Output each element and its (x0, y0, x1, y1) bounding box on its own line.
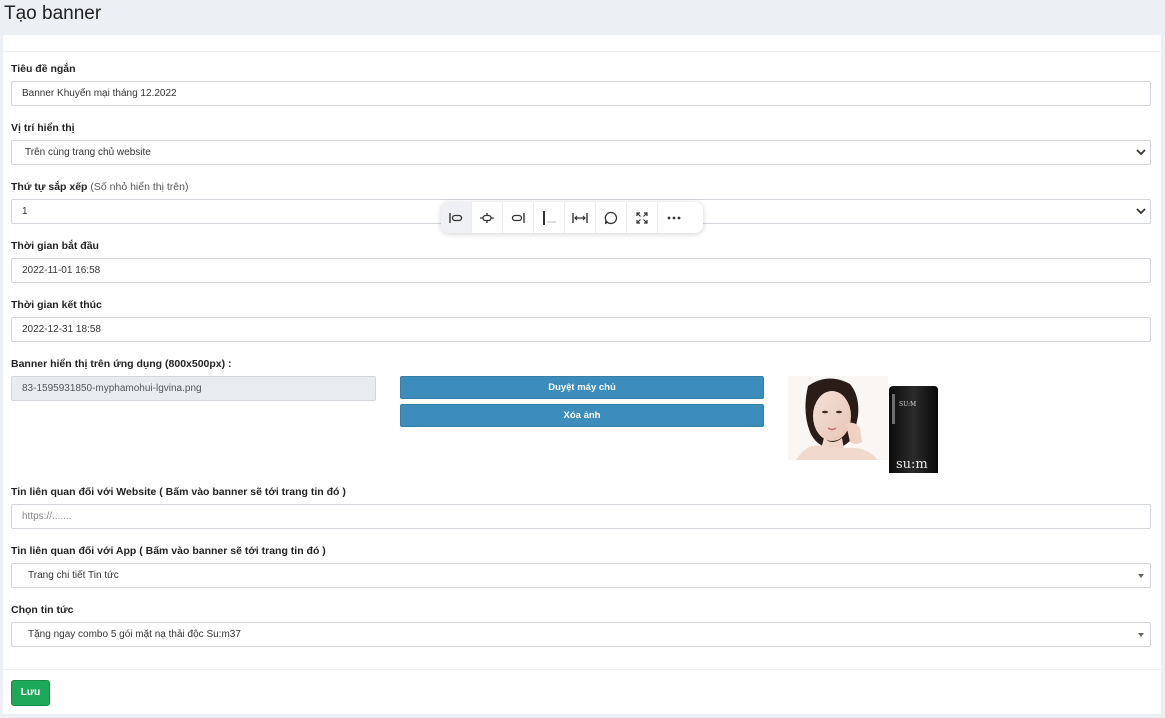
align-center-icon[interactable] (472, 202, 503, 233)
end-time-label: Thời gian kết thúc (11, 299, 102, 311)
chevron-down-icon (1136, 206, 1146, 216)
order-hint: (Số nhỏ hiển thị trên) (90, 181, 189, 193)
page-title: Tạo banner (4, 3, 102, 24)
card-header-divider (3, 51, 1161, 52)
position-label: Vị trí hiển thị (11, 122, 75, 134)
news-select[interactable]: Tặng ngay combo 5 gói mặt nạ thải độc Su… (11, 622, 1151, 647)
caret-down-icon (1138, 633, 1144, 637)
image-toolbar (441, 202, 703, 233)
order-select-value: 1 (22, 206, 28, 217)
chevron-down-icon (1136, 147, 1146, 157)
position-select[interactable]: Trên cùng trang chủ website (11, 140, 1151, 165)
more-icon[interactable] (658, 202, 689, 233)
position-select-value: Trên cùng trang chủ website (25, 147, 151, 158)
start-time-label: Thời gian bắt đầu (11, 240, 99, 252)
expand-icon[interactable] (627, 202, 658, 233)
svg-text:SU:M: SU:M (899, 401, 916, 408)
browse-server-button[interactable]: Duyệt máy chủ (400, 376, 764, 399)
delete-image-button[interactable]: Xóa ảnh (400, 404, 764, 427)
banner-thumbnail: SU:M su:m (788, 376, 938, 473)
comment-icon[interactable] (596, 202, 627, 233)
caret-down-icon (1138, 574, 1144, 578)
app-link-label: Tin liên quan đối với App ( Bấm vào bann… (11, 545, 326, 557)
short-title-label: Tiêu đề ngắn (11, 63, 76, 75)
banner-filename-input[interactable]: 83-1595931850-myphamohui-lgvina.png (11, 376, 376, 401)
save-button[interactable]: Lưu (11, 680, 50, 706)
banner-label: Banner hiển thị trên ứng dụng (800x500px… (11, 358, 232, 370)
website-link-input[interactable]: https://....... (11, 504, 1151, 529)
align-left-icon[interactable] (441, 202, 472, 233)
news-label: Chọn tin tức (11, 604, 74, 616)
align-right-icon[interactable] (503, 202, 534, 233)
website-link-label: Tin liên quan đối với Website ( Bấm vào … (11, 486, 346, 498)
banner-form-card: Tiêu đề ngắn Banner Khuyến mại tháng 12.… (3, 35, 1161, 714)
start-time-input[interactable]: 2022-11-01 16:58 (11, 258, 1151, 283)
thumb-product-text: su:m (896, 457, 928, 472)
full-width-icon[interactable] (565, 202, 596, 233)
news-select-value: Tặng ngay combo 5 gói mặt nạ thải độc Su… (28, 629, 241, 640)
end-time-input[interactable]: 2022-12-31 18:58 (11, 317, 1151, 342)
inline-icon[interactable] (534, 202, 565, 233)
order-label-text: Thứ tự sắp xếp (11, 181, 88, 193)
app-link-select-value: Trang chi tiết Tin tức (28, 570, 119, 581)
card-footer-divider (3, 669, 1161, 670)
short-title-input[interactable]: Banner Khuyến mại tháng 12.2022 (11, 81, 1151, 106)
order-label: Thứ tự sắp xếp (Số nhỏ hiển thị trên) (11, 180, 188, 194)
app-link-select[interactable]: Trang chi tiết Tin tức (11, 563, 1151, 588)
